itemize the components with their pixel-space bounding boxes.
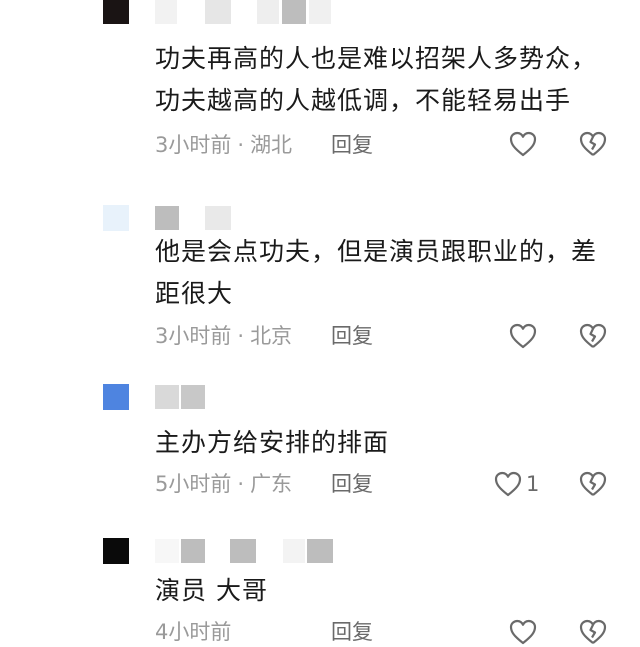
comment-text[interactable]: 主办方给安排的排面 [155,422,615,464]
comment-meta: 3小时前 · 湖北 [155,130,292,160]
dislike-button[interactable] [578,321,608,351]
comment-line: 功夫再高的人也是难以招架人多势众， [155,44,598,73]
heart-outline-icon [509,323,537,349]
comment-time: 4小时前 [155,620,232,644]
comment-text[interactable]: 功夫再高的人也是难以招架人多势众， 功夫越高的人越低调，不能轻易出手 [155,38,615,122]
comment-meta: 5小时前 · 广东 [155,469,292,499]
avatar[interactable] [103,538,129,564]
comment-region: 北京 [250,324,293,348]
like-button[interactable] [493,469,523,499]
comment-line: 他是会点功夫，但是演员跟职业的，差 [155,237,598,266]
broken-heart-icon [579,131,607,156]
comment-time: 5小时前 [155,472,232,496]
username-blur[interactable] [283,539,305,563]
comment-region: 湖北 [250,133,293,157]
comment-line: 演员 大哥 [155,576,268,605]
heart-outline-icon [509,131,537,157]
like-button[interactable] [508,129,538,159]
reply-button[interactable]: 回复 [331,130,373,160]
username-blur[interactable] [309,0,331,24]
username-blur[interactable] [257,0,279,24]
reply-button[interactable]: 回复 [331,321,373,351]
dislike-button[interactable] [578,617,608,647]
reply-button[interactable]: 回复 [331,617,373,647]
heart-outline-icon [509,619,537,645]
username-blur[interactable] [181,539,205,563]
meta-separator: · [237,133,245,157]
comment-time: 3小时前 [155,133,232,157]
username-blur[interactable] [230,539,256,563]
comment-meta: 4小时前 [155,617,231,647]
username-blur[interactable] [155,0,177,24]
username-blur[interactable] [307,539,333,563]
like-count: 1 [526,472,540,496]
comment-text[interactable]: 演员 大哥 [155,570,615,612]
comment-line: 主办方给安排的排面 [155,428,390,457]
username-blur[interactable] [155,539,179,563]
comment-region: 广东 [250,472,293,496]
meta-separator: · [237,472,245,496]
avatar[interactable] [103,0,129,24]
meta-separator: · [237,324,245,348]
username-blur[interactable] [155,206,179,230]
avatar[interactable] [103,384,129,410]
reply-button[interactable]: 回复 [331,469,373,499]
broken-heart-icon [579,323,607,348]
username-blur[interactable] [205,206,231,230]
comment-line: 功夫越高的人越低调，不能轻易出手 [155,86,572,115]
username-blur[interactable] [205,0,231,24]
username-blur[interactable] [282,0,306,24]
comment-line: 距很大 [155,279,234,308]
like-button[interactable] [508,617,538,647]
heart-outline-icon [494,471,522,497]
dislike-button[interactable] [578,129,608,159]
comment-meta: 3小时前 · 北京 [155,321,292,351]
broken-heart-icon [579,619,607,644]
comment-time: 3小时前 [155,324,232,348]
like-button[interactable] [508,321,538,351]
username-blur[interactable] [155,385,179,409]
dislike-button[interactable] [578,469,608,499]
username-blur[interactable] [181,385,205,409]
broken-heart-icon [579,471,607,496]
avatar[interactable] [103,205,129,231]
comment-text[interactable]: 他是会点功夫，但是演员跟职业的，差 距很大 [155,231,615,315]
